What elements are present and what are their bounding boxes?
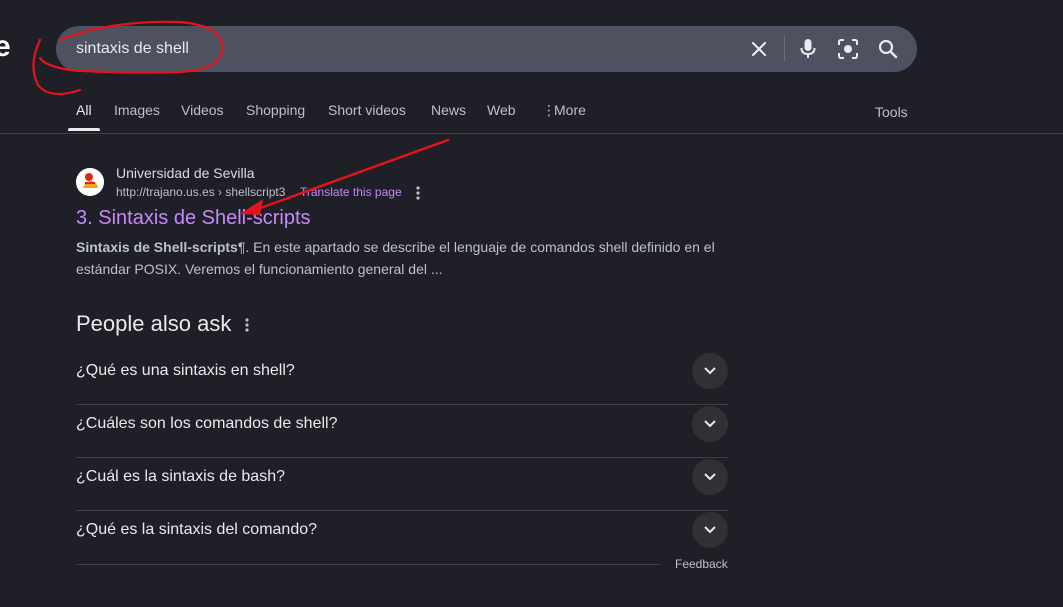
tab-more[interactable]: ⋮More [542, 102, 586, 119]
result-url[interactable]: http://trajano.us.es › shellscript3 [116, 185, 285, 199]
feedback-link[interactable]: Feedback [675, 557, 728, 571]
chevron-down-icon[interactable] [692, 406, 728, 442]
paa-question-text: ¿Cuáles son los comandos de shell? [76, 415, 338, 432]
chevron-down-icon[interactable] [692, 512, 728, 548]
paa-more-options-icon[interactable] [240, 316, 254, 334]
tab-short-videos[interactable]: Short videos [328, 102, 406, 118]
lens-camera-icon[interactable] [836, 37, 860, 61]
tab-videos[interactable]: Videos [181, 102, 224, 118]
tab-news[interactable]: News [431, 102, 466, 118]
tab-all[interactable]: All [76, 102, 92, 118]
header-divider [0, 133, 1063, 134]
snippet-bold: Sintaxis de Shell-scripts [76, 239, 238, 255]
chevron-down-icon[interactable] [692, 459, 728, 495]
google-logo-fragment[interactable]: e [0, 30, 11, 64]
paa-question-text: ¿Qué es una sintaxis en shell? [76, 362, 295, 379]
tab-images[interactable]: Images [114, 102, 160, 118]
paa-question[interactable]: ¿Qué es la sintaxis del comando? [76, 511, 728, 564]
active-tab-indicator [68, 128, 100, 131]
result-site-name[interactable]: Universidad de Sevilla [116, 165, 255, 181]
paa-question-text: ¿Cuál es la sintaxis de bash? [76, 468, 285, 485]
feedback-divider [76, 564, 661, 565]
tools-button[interactable]: Tools [875, 104, 908, 120]
paa-question-text: ¿Qué es la sintaxis del comando? [76, 521, 318, 538]
chevron-down-icon[interactable] [692, 353, 728, 389]
site-favicon-icon[interactable] [76, 168, 104, 196]
more-vert-icon: ⋮ [542, 102, 556, 118]
paa-question[interactable]: ¿Cuál es la sintaxis de bash? [76, 458, 728, 511]
search-input[interactable]: sintaxis de shell [76, 26, 189, 72]
tab-more-label: More [554, 102, 586, 118]
search-divider [784, 36, 785, 62]
result-snippet: Sintaxis de Shell-scripts¶. En este apar… [76, 236, 736, 280]
translate-page-link[interactable]: Translate this page [300, 185, 402, 199]
search-bar[interactable]: sintaxis de shell [56, 26, 917, 72]
paa-question[interactable]: ¿Qué es una sintaxis en shell? [76, 352, 728, 405]
people-also-ask-heading: People also ask [76, 311, 232, 336]
paa-question[interactable]: ¿Cuáles son los comandos de shell? [76, 405, 728, 458]
result-title-link[interactable]: 3. Sintaxis de Shell-scripts [76, 207, 311, 230]
clear-icon[interactable] [747, 37, 771, 61]
search-icon[interactable] [876, 37, 900, 61]
tab-shopping[interactable]: Shopping [246, 102, 305, 118]
result-more-options-icon[interactable] [411, 184, 425, 202]
tab-web[interactable]: Web [487, 102, 516, 118]
microphone-icon[interactable] [796, 37, 820, 61]
